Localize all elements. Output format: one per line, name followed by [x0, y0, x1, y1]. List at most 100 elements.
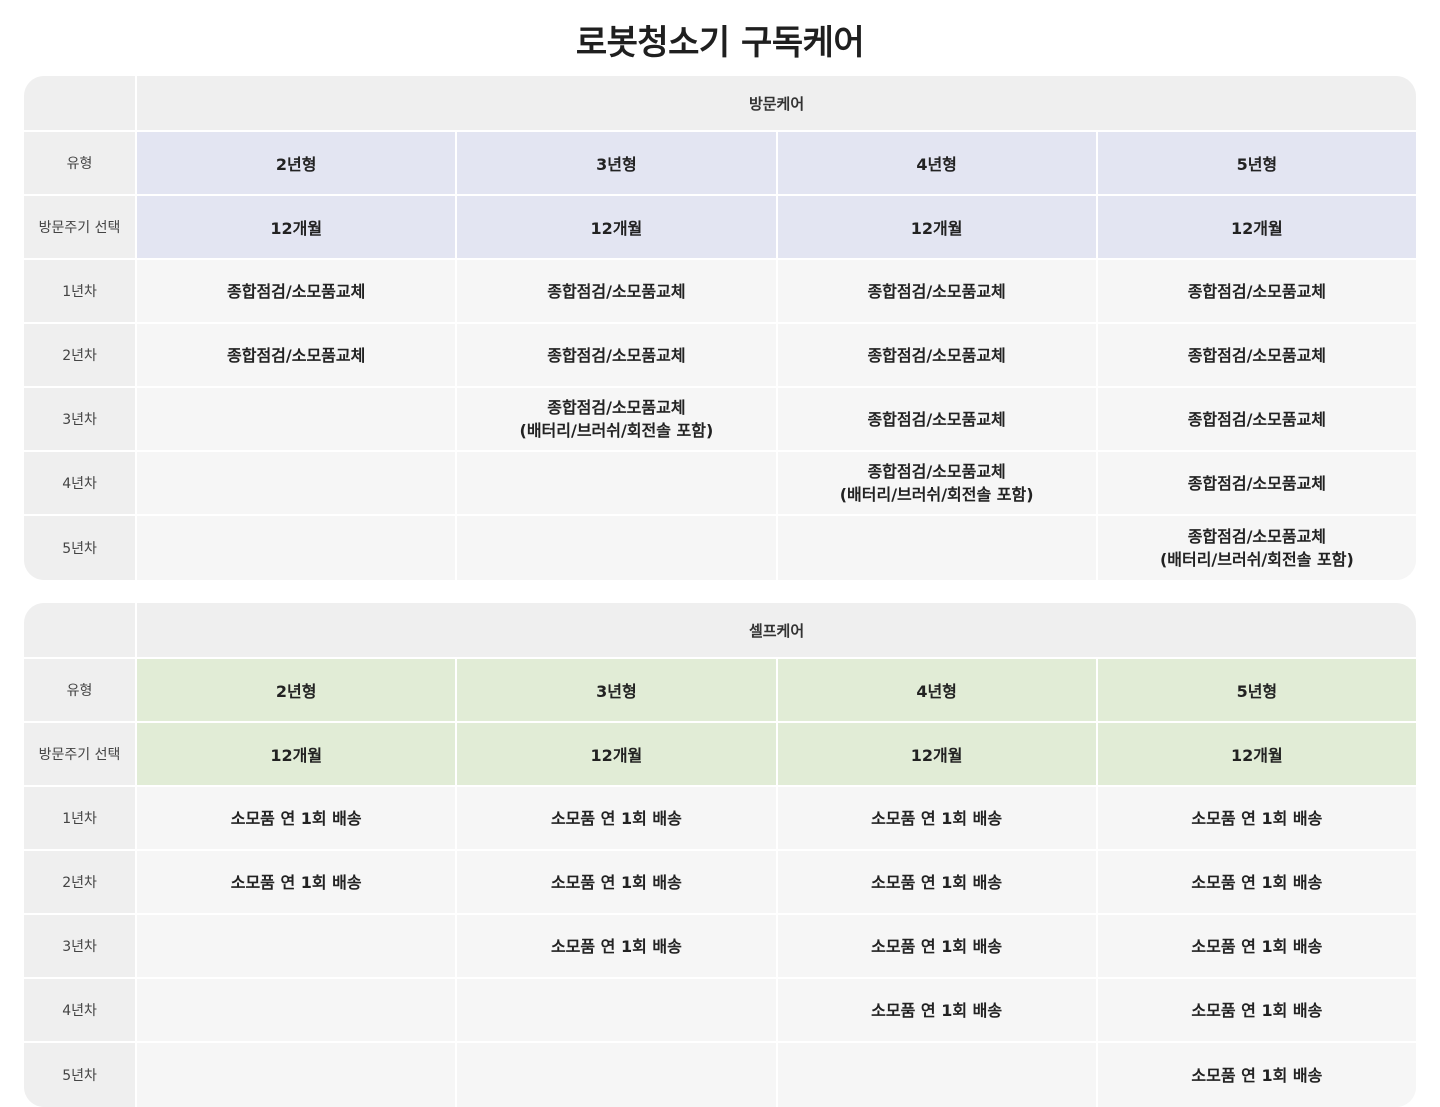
service-text: 소모품 연 1회 배송	[1191, 936, 1323, 956]
service-cell	[455, 516, 776, 580]
year-row: 1년차 소모품 연 1회 배송 소모품 연 1회 배송 소모품 연 1회 배송 소모품 …	[24, 787, 1416, 851]
service-cell: 종합점검/소모품교체	[1095, 452, 1416, 516]
service-text: 소모품 연 1회 배송	[550, 808, 682, 828]
type-row: 유형 2년형 3년형 4년형 5년형	[24, 132, 1416, 196]
section-title: 방문케어	[135, 76, 1416, 132]
type-label: 유형	[24, 132, 136, 196]
visit-care-table: 방문케어 유형 2년형 3년형 4년형 5년형 방문주기 선택 12개월 12개월 12개월 12…	[24, 76, 1416, 580]
service-text: 종합점검/소모품교체	[547, 281, 686, 301]
year-row: 4년차 소모품 연 1회 배송 소모품 연 1회 배송	[24, 979, 1416, 1043]
year-label: 2년차	[24, 851, 136, 915]
service-cell: 종합점검/소모품교체	[775, 324, 1096, 388]
service-cell: 종합점검/소모품교체	[775, 260, 1096, 324]
period-row: 방문주기 선택 12개월 12개월 12개월 12개월	[24, 196, 1416, 260]
service-text: 종합점검/소모품교체	[547, 398, 686, 417]
service-text: 종합점검/소모품교체	[227, 345, 366, 365]
corner-cell	[24, 603, 136, 659]
service-text: 종합점검/소모품교체	[227, 281, 366, 301]
service-cell: 종합점검/소모품교체	[455, 324, 776, 388]
service-cell: 소모품 연 1회 배송	[1095, 1043, 1416, 1107]
service-cell: 종합점검/소모품교체 (배터리/브러쉬/회전솔 포함)	[775, 452, 1096, 516]
year-row: 3년차 소모품 연 1회 배송 소모품 연 1회 배송 소모품 연 1회 배송	[24, 915, 1416, 979]
visit-care-body: 방문케어 유형 2년형 3년형 4년형 5년형 방문주기 선택 12개월 12개월 12개월 12…	[24, 76, 1416, 580]
period-cell: 12개월	[135, 196, 456, 260]
type-row: 유형 2년형 3년형 4년형 5년형	[24, 659, 1416, 723]
service-text: 종합점검/소모품교체	[1187, 473, 1327, 493]
type-cell: 3년형	[455, 132, 776, 196]
service-cell: 소모품 연 1회 배송	[775, 915, 1096, 979]
service-text: 소모품 연 1회 배송	[1191, 872, 1323, 892]
type-cell: 4년형	[775, 132, 1096, 196]
service-text: 소모품 연 1회 배송	[1191, 1000, 1323, 1020]
section-header-row: 방문케어	[24, 76, 1416, 132]
service-cell: 소모품 연 1회 배송	[455, 851, 776, 915]
period-label: 방문주기 선택	[24, 196, 136, 260]
type-cell: 4년형	[775, 659, 1096, 723]
service-cell: 종합점검/소모품교체	[135, 324, 456, 388]
service-cell: 종합점검/소모품교체 (배터리/브러쉬/회전솔 포함)	[455, 388, 776, 452]
service-text: 소모품 연 1회 배송	[1191, 1065, 1323, 1085]
corner-cell	[24, 76, 136, 132]
service-text: 종합점검/소모품교체	[867, 281, 1006, 301]
year-label: 5년차	[24, 1043, 136, 1107]
service-text: 소모품 연 1회 배송	[230, 808, 362, 828]
year-row: 2년차 종합점검/소모품교체 종합점검/소모품교체 종합점검/소모품교체 종합점검/소모…	[24, 324, 1416, 388]
service-text: 종합점검/소모품교체	[867, 462, 1006, 481]
section-title: 셀프케어	[135, 603, 1416, 659]
service-text: 소모품 연 1회 배송	[871, 1000, 1003, 1020]
year-label: 5년차	[24, 516, 136, 580]
period-cell: 12개월	[455, 723, 776, 787]
service-cell: 소모품 연 1회 배송	[775, 851, 1096, 915]
year-label: 4년차	[24, 979, 136, 1043]
service-cell: 소모품 연 1회 배송	[1095, 787, 1416, 851]
type-cell: 2년형	[135, 132, 456, 196]
period-cell: 12개월	[775, 196, 1096, 260]
service-cell: 종합점검/소모품교체	[135, 260, 456, 324]
service-cell	[135, 516, 456, 580]
service-text: 종합점검/소모품교체	[1187, 409, 1327, 429]
service-cell: 종합점검/소모품교체	[455, 260, 776, 324]
service-cell	[455, 979, 776, 1043]
service-cell	[135, 388, 456, 452]
service-cell	[455, 1043, 776, 1107]
service-cell	[135, 452, 456, 516]
year-label: 3년차	[24, 915, 136, 979]
year-label: 1년차	[24, 787, 136, 851]
service-text: 소모품 연 1회 배송	[550, 936, 682, 956]
period-cell: 12개월	[135, 723, 456, 787]
service-text: 소모품 연 1회 배송	[871, 808, 1003, 828]
service-text: 종합점검/소모품교체	[1187, 345, 1327, 365]
service-cell: 종합점검/소모품교체	[1095, 388, 1416, 452]
year-row: 5년차 소모품 연 1회 배송	[24, 1043, 1416, 1107]
year-label: 4년차	[24, 452, 136, 516]
service-cell: 소모품 연 1회 배송	[775, 787, 1096, 851]
service-text: 종합점검/소모품교체	[867, 409, 1006, 429]
service-text: 소모품 연 1회 배송	[1191, 808, 1323, 828]
service-cell: 종합점검/소모품교체 (배터리/브러쉬/회전솔 포함)	[1095, 516, 1416, 580]
service-cell: 소모품 연 1회 배송	[135, 787, 456, 851]
service-cell	[135, 979, 456, 1043]
year-row: 3년차 종합점검/소모품교체 (배터리/브러쉬/회전솔 포함) 종합점검/소모품교체 종…	[24, 388, 1416, 452]
year-label: 2년차	[24, 324, 136, 388]
service-note: (배터리/브러쉬/회전솔 포함)	[1159, 550, 1354, 569]
year-row: 5년차 종합점검/소모품교체 (배터리/브러쉬/회전솔 포함)	[24, 516, 1416, 580]
period-row: 방문주기 선택 12개월 12개월 12개월 12개월	[24, 723, 1416, 787]
period-label: 방문주기 선택	[24, 723, 136, 787]
year-label: 1년차	[24, 260, 136, 324]
year-row: 4년차 종합점검/소모품교체 (배터리/브러쉬/회전솔 포함) 종합점검/소모품교체	[24, 452, 1416, 516]
service-cell: 소모품 연 1회 배송	[775, 979, 1096, 1043]
service-cell: 소모품 연 1회 배송	[1095, 915, 1416, 979]
service-cell: 소모품 연 1회 배송	[455, 787, 776, 851]
year-row: 2년차 소모품 연 1회 배송 소모품 연 1회 배송 소모품 연 1회 배송 소모품 …	[24, 851, 1416, 915]
service-text: 종합점검/소모품교체	[1187, 281, 1327, 301]
service-cell	[135, 915, 456, 979]
period-cell: 12개월	[455, 196, 776, 260]
page-title: 로봇청소기 구독케어	[575, 22, 865, 63]
service-cell: 소모품 연 1회 배송	[1095, 851, 1416, 915]
service-text: 소모품 연 1회 배송	[230, 872, 362, 892]
service-note: (배터리/브러쉬/회전솔 포함)	[519, 421, 714, 440]
period-cell: 12개월	[1095, 196, 1416, 260]
service-cell: 소모품 연 1회 배송	[455, 915, 776, 979]
year-label: 3년차	[24, 388, 136, 452]
service-cell: 종합점검/소모품교체	[775, 388, 1096, 452]
